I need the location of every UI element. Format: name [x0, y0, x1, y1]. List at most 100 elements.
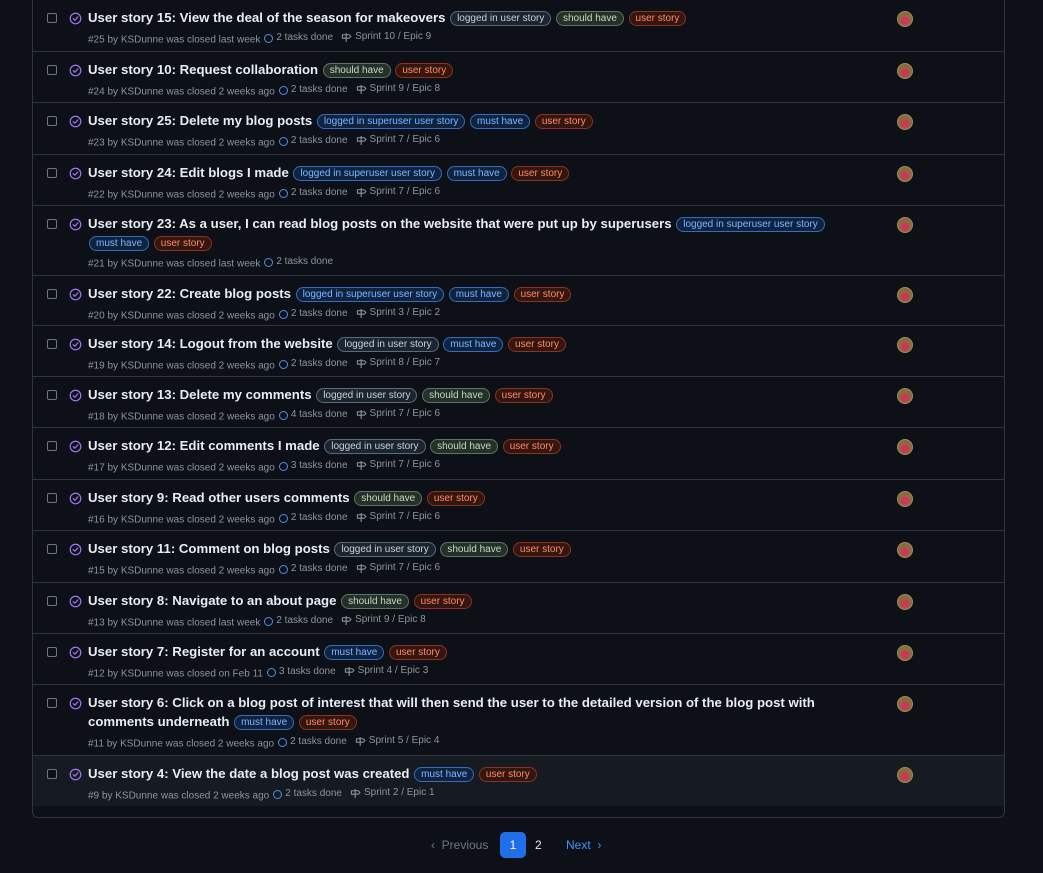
issue-title-link[interactable]: User story 8: Navigate to an about page [88, 593, 336, 608]
issue-milestone-link[interactable]: Sprint 5 / Epic 4 [355, 734, 439, 748]
issue-row[interactable]: User story 9: Read other users comments … [33, 479, 1004, 530]
issue-label[interactable]: user story [513, 287, 572, 302]
issue-author-link[interactable]: KSDunne [121, 463, 164, 474]
issue-title-link[interactable]: User story 15: View the deal of the seas… [88, 10, 445, 25]
issue-author-link[interactable]: KSDunne [121, 311, 164, 322]
issue-select-checkbox[interactable] [47, 339, 57, 349]
issue-label[interactable]: logged in superuser user story [316, 114, 466, 129]
issue-milestone-link[interactable]: Sprint 3 / Epic 2 [356, 306, 440, 320]
issue-select-checkbox[interactable] [47, 544, 57, 554]
issue-label[interactable]: user story [494, 388, 553, 403]
issue-select-checkbox[interactable] [47, 168, 57, 178]
issue-milestone-link[interactable]: Sprint 8 / Epic 7 [356, 356, 440, 370]
issue-author-link[interactable]: KSDunne [120, 739, 163, 750]
issue-label[interactable]: should have [555, 11, 624, 26]
assignee-avatar[interactable] [897, 287, 913, 303]
issue-milestone-link[interactable]: Sprint 7 / Epic 6 [356, 185, 440, 199]
assignee-avatar[interactable] [897, 166, 913, 182]
issue-title-link[interactable]: User story 23: As a user, I can read blo… [88, 216, 672, 231]
issue-author-link[interactable]: KSDunne [121, 190, 164, 201]
assignee-avatar[interactable] [897, 337, 913, 353]
issue-label[interactable]: must have [89, 236, 150, 251]
issue-select-checkbox[interactable] [47, 219, 57, 229]
assignee-avatar[interactable] [897, 542, 913, 558]
issue-label[interactable]: must have [446, 166, 507, 181]
issue-title-link[interactable]: User story 12: Edit comments I made [88, 438, 320, 453]
issue-select-checkbox[interactable] [47, 698, 57, 708]
issue-author-link[interactable]: KSDunne [121, 138, 164, 149]
issue-label[interactable]: must have [443, 337, 504, 352]
issue-author-link[interactable]: KSDunne [121, 87, 164, 98]
issue-milestone-link[interactable]: Sprint 2 / Epic 1 [350, 786, 435, 800]
assignee-avatar[interactable] [897, 491, 913, 507]
issue-label[interactable]: logged in user story [337, 337, 439, 352]
issue-title-link[interactable]: User story 4: View the date a blog post … [88, 766, 410, 781]
issue-author-link[interactable]: KSDunne [115, 791, 158, 802]
issue-label[interactable]: user story [508, 337, 566, 352]
issue-select-checkbox[interactable] [47, 441, 57, 451]
issue-milestone-link[interactable]: Sprint 9 / Epic 8 [341, 613, 426, 627]
issue-author-link[interactable]: KSDunne [121, 669, 164, 680]
issue-title-link[interactable]: User story 25: Delete my blog posts [88, 113, 312, 128]
issue-label[interactable]: should have [354, 491, 423, 506]
issue-row[interactable]: User story 14: Logout from the website l… [33, 325, 1004, 376]
pagination-page-2[interactable]: 2 [535, 838, 542, 852]
assignee-avatar[interactable] [897, 63, 913, 79]
issue-author-link[interactable]: KSDunne [121, 515, 164, 526]
issue-title-link[interactable]: User story 7: Register for an account [88, 644, 320, 659]
pagination-page-1[interactable]: 1 [500, 832, 526, 858]
issue-label[interactable]: must have [470, 114, 531, 129]
issue-milestone-link[interactable]: Sprint 10 / Epic 9 [341, 30, 431, 44]
issue-milestone-link[interactable]: Sprint 7 / Epic 6 [356, 458, 440, 472]
issue-label[interactable]: user story [395, 63, 454, 78]
issue-select-checkbox[interactable] [47, 769, 57, 779]
issue-select-checkbox[interactable] [47, 596, 57, 606]
issue-label[interactable]: logged in user story [334, 542, 436, 557]
issue-label[interactable]: logged in superuser user story [295, 287, 445, 302]
issue-select-checkbox[interactable] [47, 65, 57, 75]
issue-label[interactable]: user story [478, 767, 537, 782]
issue-label[interactable]: should have [322, 63, 391, 78]
assignee-avatar[interactable] [897, 114, 913, 130]
issue-label[interactable]: user story [534, 114, 593, 129]
issue-row[interactable]: User story 23: As a user, I can read blo… [33, 205, 1004, 275]
issue-milestone-link[interactable]: Sprint 7 / Epic 6 [356, 561, 440, 575]
assignee-avatar[interactable] [897, 388, 913, 404]
issue-author-link[interactable]: KSDunne [121, 566, 164, 577]
issue-row[interactable]: User story 10: Request collaboration sho… [33, 51, 1004, 102]
issue-label[interactable]: user story [413, 594, 472, 609]
issue-row[interactable]: User story 22: Create blog posts logged … [33, 275, 1004, 325]
assignee-avatar[interactable] [897, 767, 913, 783]
issue-milestone-link[interactable]: Sprint 4 / Epic 3 [344, 664, 428, 678]
issue-title-link[interactable]: User story 11: Comment on blog posts [88, 541, 330, 556]
issue-title-link[interactable]: User story 24: Edit blogs I made [88, 165, 289, 180]
assignee-avatar[interactable] [897, 645, 913, 661]
issue-label[interactable]: should have [341, 594, 409, 609]
issue-label[interactable]: user story [426, 491, 485, 506]
assignee-avatar[interactable] [897, 594, 913, 610]
issue-author-link[interactable]: KSDunne [121, 412, 164, 423]
issue-label[interactable]: must have [324, 645, 385, 660]
issue-label[interactable]: must have [234, 715, 295, 730]
issue-row[interactable]: User story 4: View the date a blog post … [33, 755, 1004, 806]
issue-row[interactable]: User story 12: Edit comments I made logg… [33, 427, 1004, 479]
issue-label[interactable]: user story [628, 11, 687, 26]
issue-label[interactable]: user story [512, 542, 571, 557]
issue-row[interactable]: User story 25: Delete my blog posts logg… [33, 102, 1004, 154]
issue-row[interactable]: User story 24: Edit blogs I made logged … [33, 154, 1004, 205]
issue-title-link[interactable]: User story 13: Delete my comments [88, 387, 312, 402]
issue-label[interactable]: logged in user story [450, 11, 552, 26]
issue-select-checkbox[interactable] [47, 116, 57, 126]
issue-author-link[interactable]: KSDunne [121, 618, 164, 629]
issue-row[interactable]: User story 8: Navigate to an about page … [33, 582, 1004, 633]
issue-title-link[interactable]: User story 6: Click on a blog post of in… [88, 695, 815, 729]
assignee-avatar[interactable] [897, 439, 913, 455]
issue-row[interactable]: User story 7: Register for an account mu… [33, 633, 1004, 684]
pagination-next[interactable]: Next › [566, 838, 601, 852]
issue-row[interactable]: User story 13: Delete my comments logged… [33, 376, 1004, 427]
issue-label[interactable]: user story [511, 166, 570, 181]
issue-label[interactable]: user story [153, 236, 212, 251]
issue-milestone-link[interactable]: Sprint 7 / Epic 6 [356, 510, 440, 524]
issue-title-link[interactable]: User story 10: Request collaboration [88, 62, 318, 77]
issue-label[interactable]: user story [388, 645, 447, 660]
